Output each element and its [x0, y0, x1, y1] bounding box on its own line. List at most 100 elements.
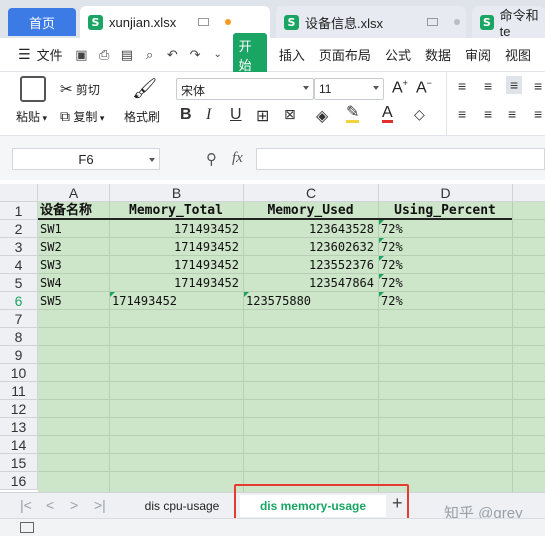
align-middle-icon[interactable]: ≡ [484, 78, 492, 94]
quick-access-dropdown-icon[interactable]: ⌄ [211, 47, 225, 63]
bold-icon[interactable]: B [180, 106, 192, 124]
underline-icon[interactable]: U [230, 106, 242, 124]
cell-d1[interactable]: Using_Percent [379, 202, 511, 220]
copy-button[interactable]: ⧉ 复制 ▾ [60, 108, 104, 125]
column-header-e[interactable] [513, 184, 545, 202]
decrease-font-icon[interactable]: A− [416, 78, 432, 97]
cell-area[interactable]: 设备名称 Memory_Total Memory_Used Using_Perc… [38, 202, 545, 492]
save-icon[interactable]: ▣ [75, 47, 89, 63]
font-color-icon[interactable]: A [382, 105, 393, 123]
menu-view[interactable]: 视图 [505, 45, 531, 64]
last-sheet-icon[interactable]: >| [94, 497, 106, 513]
row-header-active[interactable]: 6 [0, 292, 38, 310]
cut-button[interactable]: ✂ 剪切 [60, 80, 100, 98]
row-header[interactable]: 3 [0, 238, 38, 256]
increase-font-icon[interactable]: A+ [392, 78, 408, 97]
column-header-d[interactable]: D [379, 184, 513, 202]
highlight-color-icon[interactable]: ✎ [346, 105, 360, 123]
row-header[interactable]: 4 [0, 256, 38, 274]
row-header[interactable]: 14 [0, 436, 38, 454]
cell-name-box[interactable]: F6 [12, 148, 160, 170]
cell-b1[interactable]: Memory_Total [110, 202, 242, 220]
column-header-c[interactable]: C [244, 184, 379, 202]
status-icon[interactable] [20, 522, 34, 533]
cell-c5[interactable]: 123547864 [244, 274, 377, 292]
column-header-a[interactable]: A [38, 184, 110, 202]
cell-a6[interactable]: SW5 [40, 292, 108, 310]
format-painter-label[interactable]: 格式刷 [124, 108, 160, 125]
home-tab[interactable]: 首页 [8, 8, 76, 36]
cell-d2[interactable]: 72% [381, 220, 511, 238]
menu-start[interactable]: 开始 [232, 32, 267, 77]
doc-tab-commands[interactable]: S 命令和te [472, 6, 545, 39]
function-icon[interactable]: fx [232, 150, 243, 167]
cell-b2[interactable]: 171493452 [110, 220, 242, 238]
search-doc-icon[interactable]: ⌕ [143, 47, 157, 63]
row-header[interactable]: 10 [0, 364, 38, 382]
menu-file[interactable]: 文件 [37, 45, 63, 64]
row-header[interactable]: 2 [0, 220, 38, 238]
row-header[interactable]: 15 [0, 454, 38, 472]
cell-d6[interactable]: 72% [381, 292, 511, 310]
paste-button[interactable]: 粘贴 ▾ [16, 108, 47, 125]
menu-data[interactable]: 数据 [425, 45, 451, 64]
redo-icon[interactable]: ↷ [188, 47, 202, 63]
cell-a5[interactable]: SW4 [40, 274, 108, 292]
fill-color-icon[interactable]: ◈ [316, 106, 328, 126]
cell-b6[interactable]: 171493452 [112, 292, 242, 310]
cell-b4[interactable]: 171493452 [110, 256, 242, 274]
sheet-tab-cpu-usage[interactable]: dis cpu-usage [128, 495, 236, 517]
row-header[interactable]: 7 [0, 310, 38, 328]
font-size-select[interactable]: 11 [314, 78, 384, 100]
justify-icon[interactable]: ≡ [534, 106, 542, 122]
cell-a2[interactable]: SW1 [40, 220, 108, 238]
align-center-icon[interactable]: ≡ [484, 106, 492, 122]
formula-input[interactable] [256, 148, 545, 170]
row-header[interactable]: 9 [0, 346, 38, 364]
row-header[interactable]: 11 [0, 382, 38, 400]
font-name-select[interactable]: 宋体 [176, 78, 314, 100]
row-header[interactable]: 12 [0, 400, 38, 418]
menu-review[interactable]: 审阅 [465, 45, 491, 64]
zoom-icon[interactable]: ⚲ [206, 150, 217, 168]
clear-format-icon[interactable]: ◇ [414, 106, 425, 123]
cell-c6[interactable]: 123575880 [246, 292, 377, 310]
row-header[interactable]: 8 [0, 328, 38, 346]
next-sheet-icon[interactable]: > [70, 497, 78, 513]
cell-d3[interactable]: 72% [381, 238, 511, 256]
prev-sheet-icon[interactable]: < [46, 497, 54, 513]
italic-icon[interactable]: I [206, 106, 211, 124]
cell-c2[interactable]: 123643528 [244, 220, 377, 238]
borders-icon[interactable]: ⊞ [256, 106, 269, 126]
menu-formulas[interactable]: 公式 [385, 45, 411, 64]
select-all-corner[interactable] [0, 184, 38, 202]
paste-icon[interactable] [20, 76, 46, 102]
column-header-b[interactable]: B [110, 184, 244, 202]
row-header[interactable]: 1 [0, 202, 38, 220]
menu-hamburger-icon[interactable]: ☰ [18, 46, 31, 63]
first-sheet-icon[interactable]: |< [20, 497, 32, 513]
cell-a3[interactable]: SW2 [40, 238, 108, 256]
print-preview-icon[interactable]: ▤ [120, 47, 134, 63]
cell-d5[interactable]: 72% [381, 274, 511, 292]
row-header[interactable]: 5 [0, 274, 38, 292]
cell-d4[interactable]: 72% [381, 256, 511, 274]
cell-c1[interactable]: Memory_Used [244, 202, 377, 220]
menu-insert[interactable]: 插入 [279, 45, 305, 64]
align-bottom-icon[interactable]: ≡ [506, 76, 523, 94]
menu-page-layout[interactable]: 页面布局 [319, 45, 371, 64]
print-icon[interactable]: ⎙ [97, 47, 111, 63]
cell-a1[interactable]: 设备名称 [40, 202, 108, 220]
align-right-icon[interactable]: ≡ [508, 106, 516, 122]
row-header[interactable]: 16 [0, 472, 38, 490]
align-top-icon[interactable]: ≡ [458, 78, 466, 94]
cell-c4[interactable]: 123552376 [244, 256, 377, 274]
wrap-icon[interactable]: ≡ [534, 78, 542, 94]
cell-b3[interactable]: 171493452 [110, 238, 242, 256]
cell-c3[interactable]: 123602632 [244, 238, 377, 256]
row-header[interactable]: 13 [0, 418, 38, 436]
cell-b5[interactable]: 171493452 [110, 274, 242, 292]
format-painter-icon[interactable]: 🖌 [132, 76, 157, 101]
undo-icon[interactable]: ↶ [165, 47, 179, 63]
fill-pattern-icon[interactable]: ⊠ [284, 106, 296, 123]
